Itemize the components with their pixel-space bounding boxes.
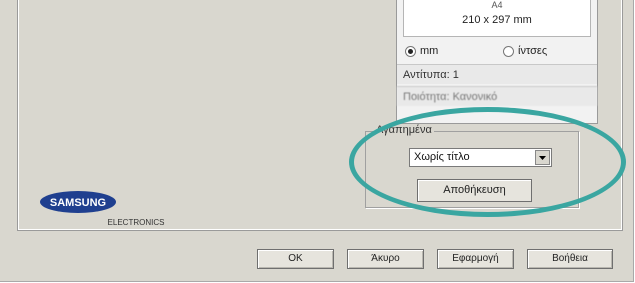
printer-properties-dialog: A4 210 x 297 mm mm ίντσες Αντίτυπα: 1 Πο… (0, 0, 634, 282)
paper-info-panel: A4 210 x 297 mm mm ίντσες Αντίτυπα: 1 Πο… (396, 0, 598, 124)
apply-button[interactable]: Εφαρμογή (437, 249, 514, 269)
paper-preview: A4 210 x 297 mm (403, 0, 591, 37)
help-button[interactable]: Βοήθεια (527, 249, 613, 269)
favorites-group: Αγαπημένα Χωρίς τίτλο Αποθήκευση (365, 124, 579, 208)
radio-mm[interactable]: mm (405, 45, 438, 57)
ok-button[interactable]: OK (257, 249, 334, 269)
svg-text:SAMSUNG: SAMSUNG (50, 197, 106, 209)
radio-mm-label: mm (420, 45, 439, 57)
svg-text:ELECTRONICS: ELECTRONICS (108, 218, 165, 227)
favorites-dropdown[interactable]: Χωρίς τίτλο (409, 148, 552, 167)
radio-inches-indicator[interactable] (503, 45, 514, 57)
quality-info: Ποιότητα: Κανονικό (397, 86, 597, 106)
cancel-button[interactable]: Άκυρο (347, 249, 424, 269)
save-favorite-button[interactable]: Αποθήκευση (417, 179, 532, 202)
radio-inches-label: ίντσες (518, 45, 548, 57)
paper-name: A4 (491, 0, 503, 10)
paper-size: 210 x 297 mm (462, 14, 532, 26)
chevron-down-icon[interactable] (535, 150, 550, 165)
units-radio-group: mm ίντσες (403, 41, 589, 61)
radio-mm-indicator[interactable] (405, 45, 416, 57)
radio-inches[interactable]: ίντσες (503, 45, 547, 57)
copies-info: Αντίτυπα: 1 (397, 64, 597, 84)
samsung-logo: SAMSUNG ELECTRONICS (38, 187, 178, 229)
favorites-label: Αγαπημένα (374, 124, 434, 136)
favorites-selected-value: Χωρίς τίτλο (414, 151, 470, 163)
